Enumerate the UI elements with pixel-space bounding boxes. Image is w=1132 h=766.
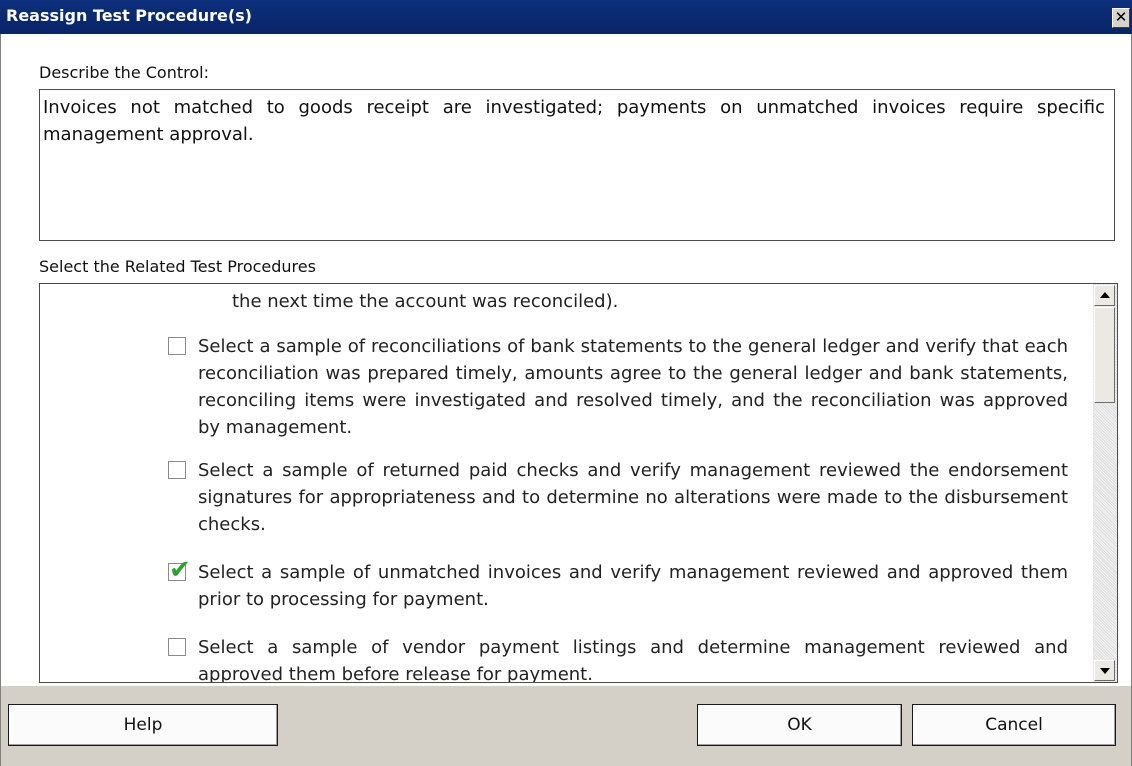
procedures-list[interactable]: — — — — — — — — — — — — — — — — — — — — … <box>39 283 1118 683</box>
reassign-dialog: Reassign Test Procedure(s) ✕ Describe th… <box>0 0 1132 766</box>
procedure-text: Select a sample of reconciliations of ba… <box>198 336 1068 438</box>
procedure-checkbox[interactable] <box>168 337 186 355</box>
procedure-checkbox-checked[interactable]: ✔ <box>168 557 191 583</box>
ok-button[interactable]: OK <box>697 704 902 746</box>
procedure-text: Select a sample of returned paid checks … <box>198 460 1068 535</box>
scroll-down-button[interactable] <box>1094 660 1115 681</box>
arrow-up-icon <box>1100 292 1110 298</box>
procedure-checkbox[interactable] <box>168 638 186 656</box>
arrow-down-icon <box>1100 668 1110 674</box>
scrollbar-thumb[interactable] <box>1094 307 1115 403</box>
control-description-text: Invoices not matched to goods receipt ar… <box>43 97 1105 145</box>
control-description-field[interactable]: Invoices not matched to goods receipt ar… <box>39 89 1115 241</box>
procedure-continuation-text: the next time the account was reconciled… <box>232 291 619 312</box>
describe-label: Describe the Control: <box>39 63 209 82</box>
procedure-text: Select a sample of unmatched invoices an… <box>198 562 1068 610</box>
procedures-list-content: — — — — — — — — — — — — — — — — — — — — … <box>40 284 1092 682</box>
vertical-scrollbar[interactable] <box>1093 284 1117 682</box>
check-mark-icon: ✔ <box>169 555 191 585</box>
procedures-label: Select the Related Test Procedures <box>39 257 316 276</box>
procedure-checkbox[interactable] <box>168 461 186 479</box>
close-button[interactable]: ✕ <box>1112 8 1130 28</box>
help-button[interactable]: Help <box>8 704 278 746</box>
procedure-text: Select a sample of vendor payment listin… <box>198 637 1068 682</box>
scroll-up-button[interactable] <box>1094 285 1115 306</box>
dialog-title: Reassign Test Procedure(s) <box>6 6 252 25</box>
close-icon: ✕ <box>1114 8 1128 26</box>
window-border-left <box>0 34 1 766</box>
title-bar[interactable]: Reassign Test Procedure(s) ✕ <box>0 0 1132 34</box>
cancel-button[interactable]: Cancel <box>912 704 1116 746</box>
